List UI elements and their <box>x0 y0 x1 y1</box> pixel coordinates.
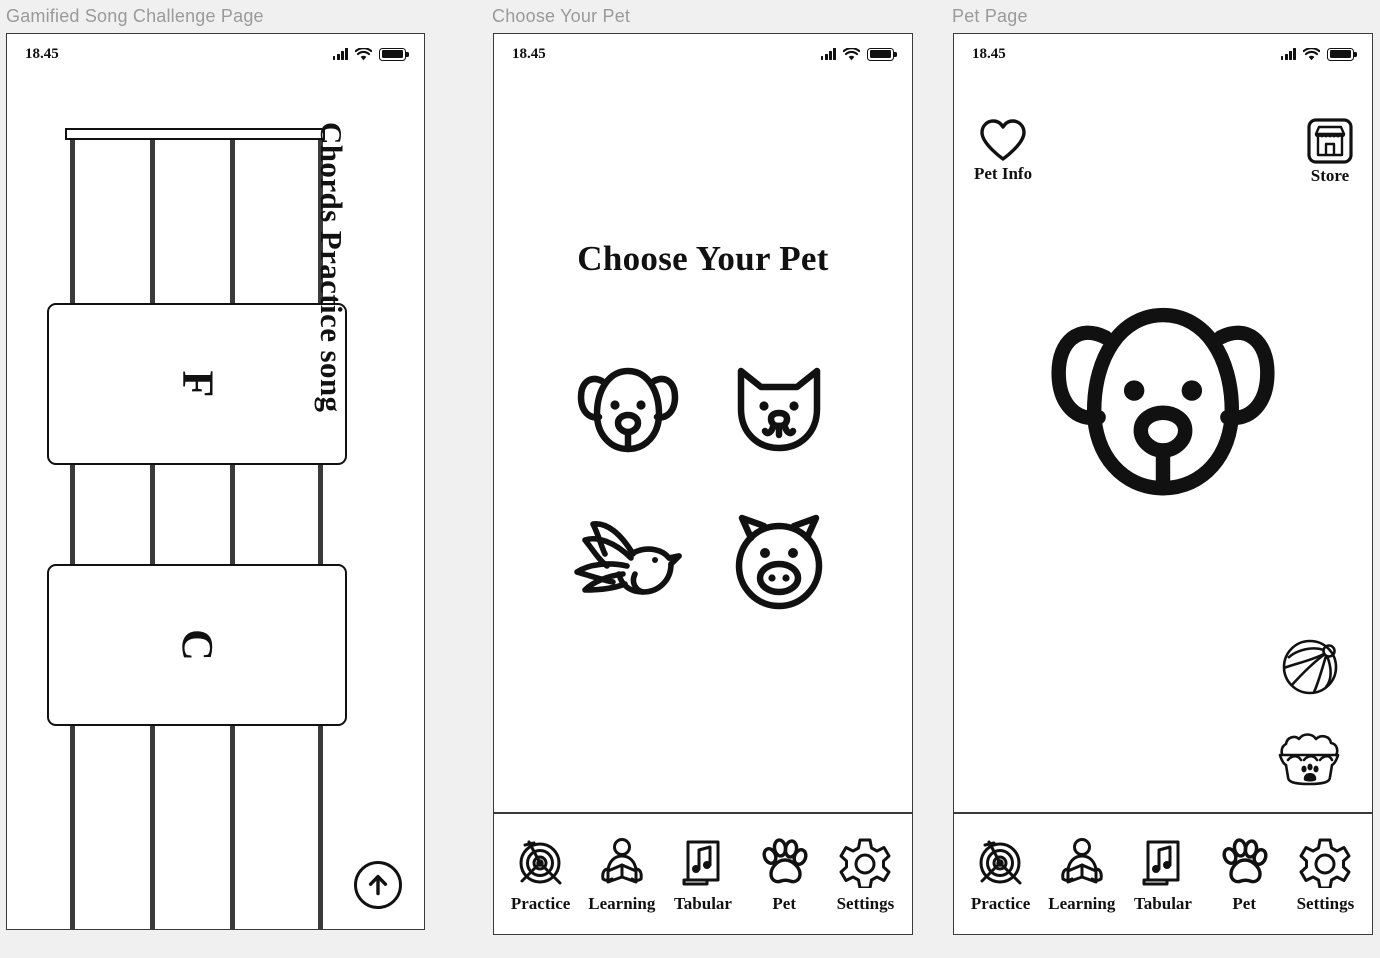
pet-info-label: Pet Info <box>974 164 1033 183</box>
nav-item-pet[interactable]: Pet <box>744 834 825 914</box>
pet-option-bird[interactable] <box>563 497 693 622</box>
active-pet-display[interactable] <box>954 284 1372 506</box>
target-dart-icon <box>515 834 567 890</box>
arrow-up-circle-icon[interactable] <box>354 861 402 909</box>
status-bar: 18.45 <box>954 34 1372 74</box>
chord-card-label: C <box>173 629 222 661</box>
nav-item-tabular[interactable]: Tabular <box>1122 834 1203 914</box>
signal-bars-icon <box>1280 48 1296 60</box>
signal-bars-icon <box>332 48 348 60</box>
phone-frame-song-challenge: 18.45 F C Chords Practice song <box>6 33 425 930</box>
status-icons <box>1280 47 1357 61</box>
dog-face-icon <box>1051 307 1275 496</box>
nav-item-learning[interactable]: Learning <box>581 834 662 914</box>
music-note-laptop-icon <box>677 834 729 890</box>
music-note-laptop-icon <box>1137 834 1189 890</box>
store-button[interactable]: Store <box>1306 118 1354 186</box>
status-time: 18.45 <box>25 45 59 62</box>
nav-item-pet[interactable]: Pet <box>1204 834 1285 914</box>
guitar-string-1 <box>70 140 75 929</box>
battery-icon <box>867 47 897 61</box>
pet-info-button[interactable]: Pet Info <box>974 118 1032 184</box>
nav-label: Learning <box>1048 894 1116 913</box>
nav-label: Pet <box>1232 894 1256 913</box>
nav-label: Settings <box>1296 894 1355 913</box>
status-icons <box>820 47 897 61</box>
nav-label: Settings <box>836 894 895 913</box>
nav-label: Practice <box>970 894 1031 913</box>
phone-frame-choose-pet: 18.45 Choose Your Pet Practice Learning … <box>493 33 913 935</box>
status-time: 18.45 <box>972 45 1006 62</box>
nav-label: Practice <box>510 894 571 913</box>
pet-item-ball[interactable] <box>1280 634 1344 703</box>
status-time: 18.45 <box>512 45 546 62</box>
pet-item-food-bowl[interactable] <box>1274 727 1350 792</box>
guitar-string-2 <box>150 140 155 929</box>
paw-print-icon <box>1218 834 1270 890</box>
fretboard-nut <box>65 128 325 140</box>
chord-card-f[interactable]: F <box>47 303 347 465</box>
person-reading-book-icon <box>596 834 648 890</box>
target-dart-icon <box>975 834 1027 890</box>
pet-option-cat[interactable] <box>714 344 844 469</box>
pet-items-panel <box>1274 634 1350 792</box>
status-bar: 18.45 <box>7 34 424 74</box>
wifi-icon <box>843 47 860 61</box>
battery-icon <box>1327 47 1357 61</box>
status-bar: 18.45 <box>494 34 912 74</box>
store-icon <box>1307 118 1353 164</box>
nav-label: Learning <box>588 894 656 913</box>
guitar-string-3 <box>230 140 235 929</box>
person-reading-book-icon <box>1056 834 1108 890</box>
nav-label: Tabular <box>1134 894 1192 913</box>
nav-label: Pet <box>772 894 796 913</box>
status-icons <box>332 47 409 61</box>
screenshot-canvas: Gamified Song Challenge Page Choose Your… <box>0 0 1380 958</box>
battery-icon <box>379 47 409 61</box>
pet-food-bowl-icon <box>1278 733 1340 786</box>
panel-caption-song-challenge: Gamified Song Challenge Page <box>6 6 264 26</box>
arrow-up-glyph <box>368 874 388 896</box>
paw-print-icon <box>758 834 810 890</box>
bottom-navigation-bar: Practice Learning Tabular Pet Settings <box>954 812 1372 934</box>
signal-bars-icon <box>820 48 836 60</box>
pig-face-icon <box>735 514 822 609</box>
nav-item-practice[interactable]: Practice <box>500 834 581 914</box>
beach-ball-icon <box>1282 639 1338 695</box>
bottom-navigation-bar: Practice Learning Tabular Pet Settings <box>494 812 912 934</box>
cat-face-icon <box>737 367 820 451</box>
pet-option-pig[interactable] <box>714 497 844 622</box>
nav-item-settings[interactable]: Settings <box>1285 834 1366 914</box>
phone-frame-pet-page: 18.45 Pet Info Store Practice Learning T… <box>953 33 1373 935</box>
pet-option-dog[interactable] <box>563 344 693 469</box>
panel-caption-pet-page: Pet Page <box>952 6 1028 26</box>
fretboard: F C Chords Practice song <box>7 74 424 929</box>
page-title: Choose Your Pet <box>577 239 829 278</box>
dog-face-icon <box>577 367 678 452</box>
store-label: Store <box>1310 166 1350 185</box>
vertical-page-title: Chords Practice song <box>314 122 349 413</box>
chord-card-label: F <box>172 370 222 398</box>
nav-item-settings[interactable]: Settings <box>825 834 906 914</box>
bird-icon <box>573 520 682 595</box>
chord-card-c[interactable]: C <box>47 564 347 726</box>
nav-item-tabular[interactable]: Tabular <box>662 834 743 914</box>
gear-icon <box>839 834 891 890</box>
wifi-icon <box>1303 47 1320 61</box>
gear-icon <box>1299 834 1351 890</box>
nav-item-learning[interactable]: Learning <box>1041 834 1122 914</box>
pet-choice-grid <box>552 344 854 622</box>
nav-label: Tabular <box>674 894 732 913</box>
heart-icon <box>980 119 1026 161</box>
panel-caption-choose-pet: Choose Your Pet <box>492 6 631 26</box>
wifi-icon <box>355 47 372 61</box>
nav-item-practice[interactable]: Practice <box>960 834 1041 914</box>
